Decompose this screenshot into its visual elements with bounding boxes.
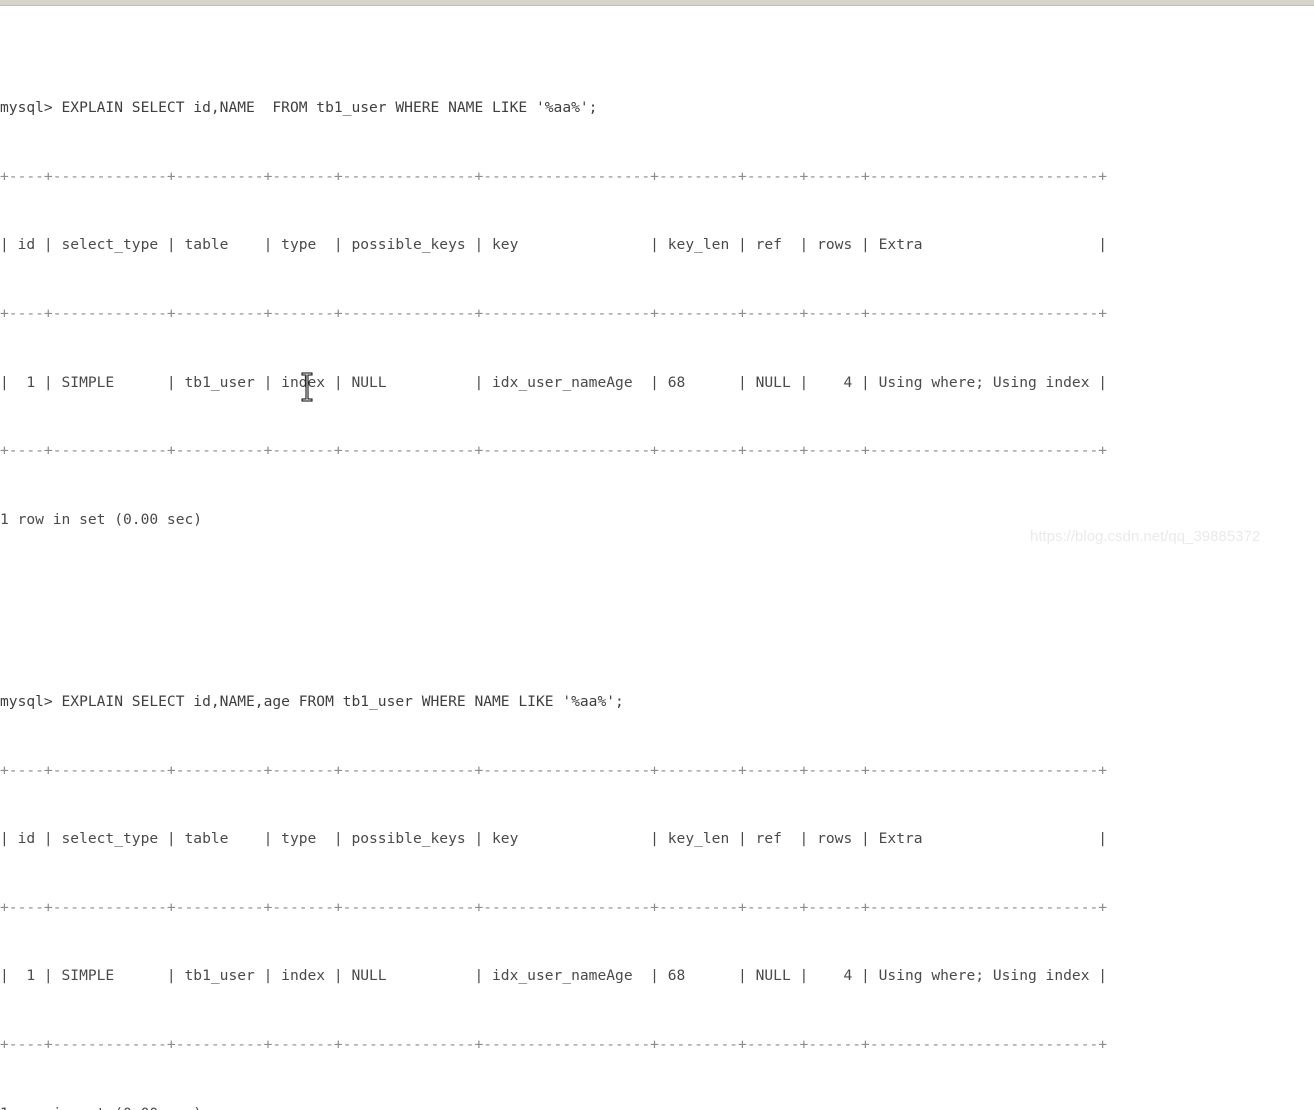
table-bottom-rule-1: +----+-------------+----------+-------+-…	[0, 440, 1314, 463]
table-row: | 1 | SIMPLE | tb1_user | index | NULL |…	[0, 372, 1314, 395]
command-line-2: mysql> EXPLAIN SELECT id,NAME,age FROM t…	[0, 691, 1314, 714]
table-mid-rule-2: +----+-------------+----------+-------+-…	[0, 897, 1314, 920]
table-top-rule-2: +----+-------------+----------+-------+-…	[0, 760, 1314, 783]
table-mid-rule-1: +----+-------------+----------+-------+-…	[0, 303, 1314, 326]
table-header-row-2: | id | select_type | table | type | poss…	[0, 828, 1314, 851]
table-top-rule-1: +----+-------------+----------+-------+-…	[0, 166, 1314, 189]
command-line-1: mysql> EXPLAIN SELECT id,NAME FROM tb1_u…	[0, 97, 1314, 120]
table-header-row-1: | id | select_type | table | type | poss…	[0, 234, 1314, 257]
spacer-1	[0, 577, 1314, 600]
status-line-2: 1 row in set (0.00 sec)	[0, 1103, 1314, 1110]
terminal-output[interactable]: mysql> EXPLAIN SELECT id,NAME FROM tb1_u…	[0, 6, 1314, 1110]
watermark-text: https://blog.csdn.net/qq_39885372	[1030, 528, 1260, 545]
table-row: | 1 | SIMPLE | tb1_user | index | NULL |…	[0, 965, 1314, 988]
table-bottom-rule-2: +----+-------------+----------+-------+-…	[0, 1034, 1314, 1057]
